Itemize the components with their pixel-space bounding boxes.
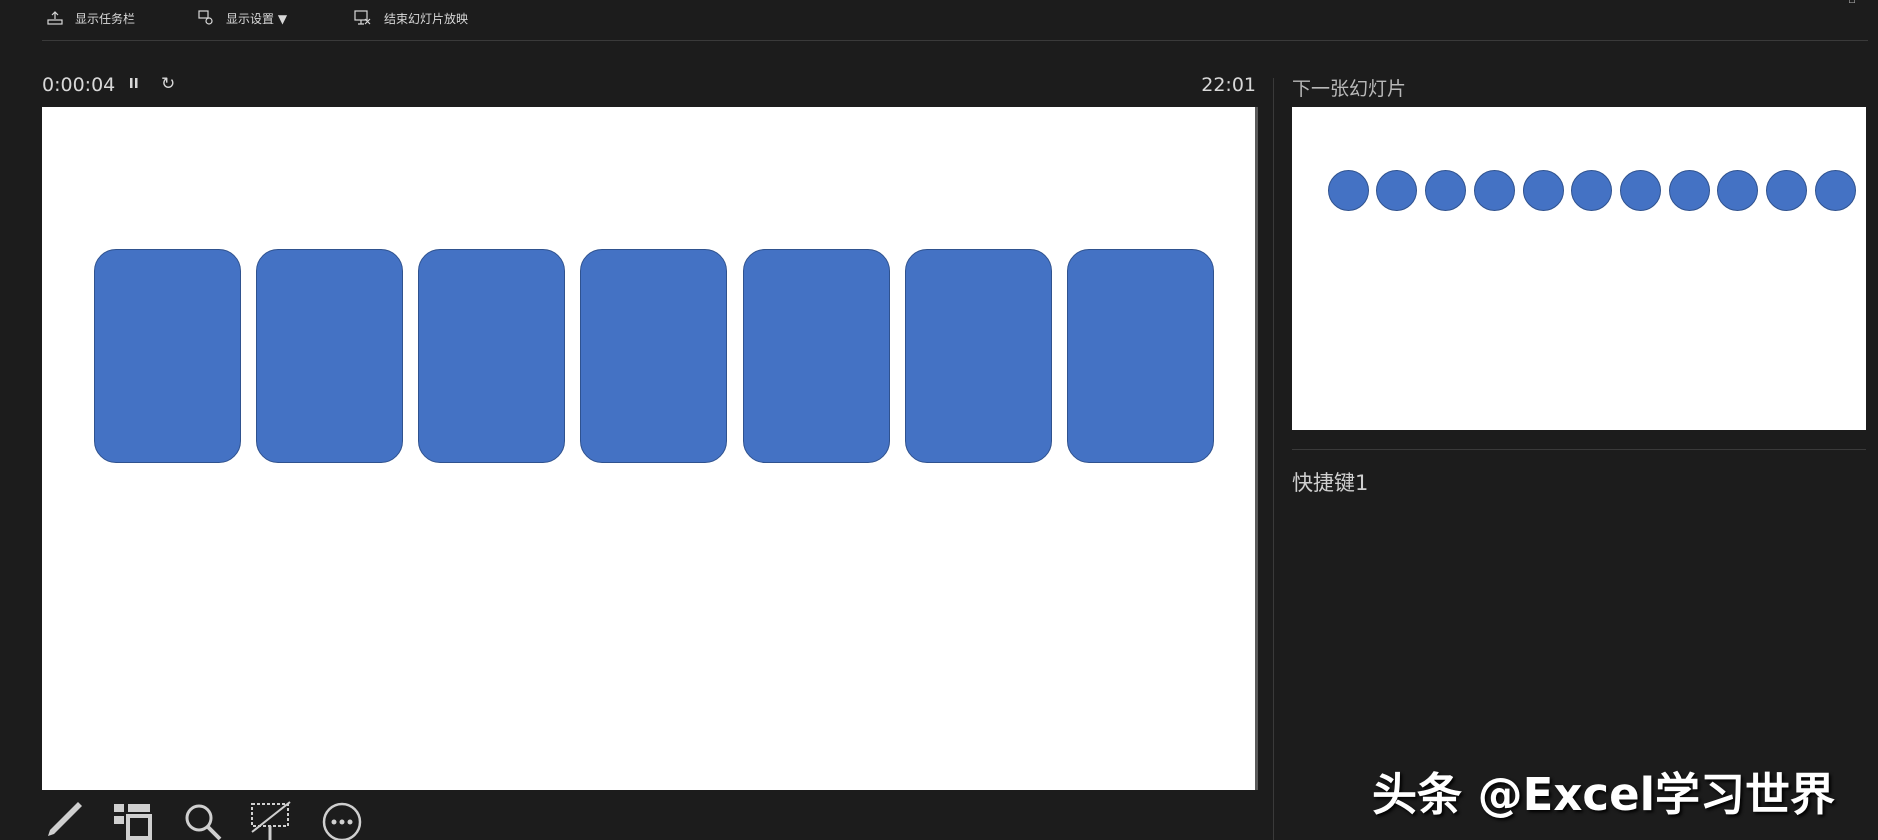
restore-icon[interactable]: ▫ — [1848, 0, 1856, 6]
presenter-view: 显示任务栏 显示设置 ▼ 结束幻灯片放映 – ▫ — [0, 0, 1878, 840]
show-taskbar-button[interactable]: 显示任务栏 — [47, 8, 135, 28]
pen-icon[interactable] — [44, 800, 84, 840]
end-slideshow-button[interactable]: 结束幻灯片放映 — [354, 8, 468, 28]
see-all-slides-icon[interactable] — [112, 800, 154, 840]
preview-shape — [1766, 170, 1807, 211]
show-taskbar-label: 显示任务栏 — [75, 11, 136, 26]
end-slideshow-icon — [354, 10, 372, 26]
slide-shape — [256, 249, 403, 463]
pane-divider[interactable] — [1273, 78, 1274, 840]
slide-shape — [418, 249, 565, 463]
display-settings-button[interactable]: 显示设置 ▼ — [198, 8, 287, 28]
clock-time: 22:01 — [1201, 74, 1256, 96]
pause-icon[interactable] — [128, 75, 140, 96]
minimize-icon[interactable]: – — [1808, 0, 1814, 6]
preview-shape — [1815, 170, 1856, 211]
preview-shape — [1474, 170, 1515, 211]
slide-shape — [1067, 249, 1214, 463]
more-options-icon[interactable] — [322, 800, 364, 840]
speaker-notes[interactable]: 快捷键1 — [1292, 467, 1368, 497]
slide-shape — [743, 249, 890, 463]
preview-shape — [1376, 170, 1417, 211]
slide-shape — [580, 249, 727, 463]
slide-shape — [905, 249, 1052, 463]
preview-shape — [1328, 170, 1369, 211]
preview-shape — [1717, 170, 1758, 211]
preview-shape — [1571, 170, 1612, 211]
preview-shape — [1425, 170, 1466, 211]
slideshow-tools — [42, 800, 382, 840]
watermark-text: 头条 @Excel学习世界 — [1372, 768, 1836, 821]
reset-icon[interactable]: ↻ — [161, 74, 175, 94]
preview-shape — [1523, 170, 1564, 211]
slide-shape — [94, 249, 241, 463]
timer-row: 0:00:04 ↻ 22:01 — [42, 74, 1256, 100]
end-slideshow-label: 结束幻灯片放映 — [384, 11, 469, 26]
elapsed-time: 0:00:04 — [42, 74, 116, 96]
presenter-toolbar: 显示任务栏 显示设置 ▼ 结束幻灯片放映 – ▫ — [42, 0, 1868, 41]
next-slide-preview[interactable] — [1292, 107, 1866, 430]
black-screen-icon[interactable] — [250, 800, 292, 840]
notes-divider — [1292, 449, 1866, 450]
preview-shape — [1620, 170, 1661, 211]
display-settings-label: 显示设置 ▼ — [226, 11, 288, 26]
preview-shape — [1669, 170, 1710, 211]
taskbar-icon — [47, 11, 63, 25]
next-slide-label: 下一张幻灯片 — [1292, 78, 1407, 100]
zoom-icon[interactable] — [182, 800, 224, 840]
current-slide[interactable] — [42, 107, 1258, 790]
display-settings-icon — [198, 10, 214, 26]
